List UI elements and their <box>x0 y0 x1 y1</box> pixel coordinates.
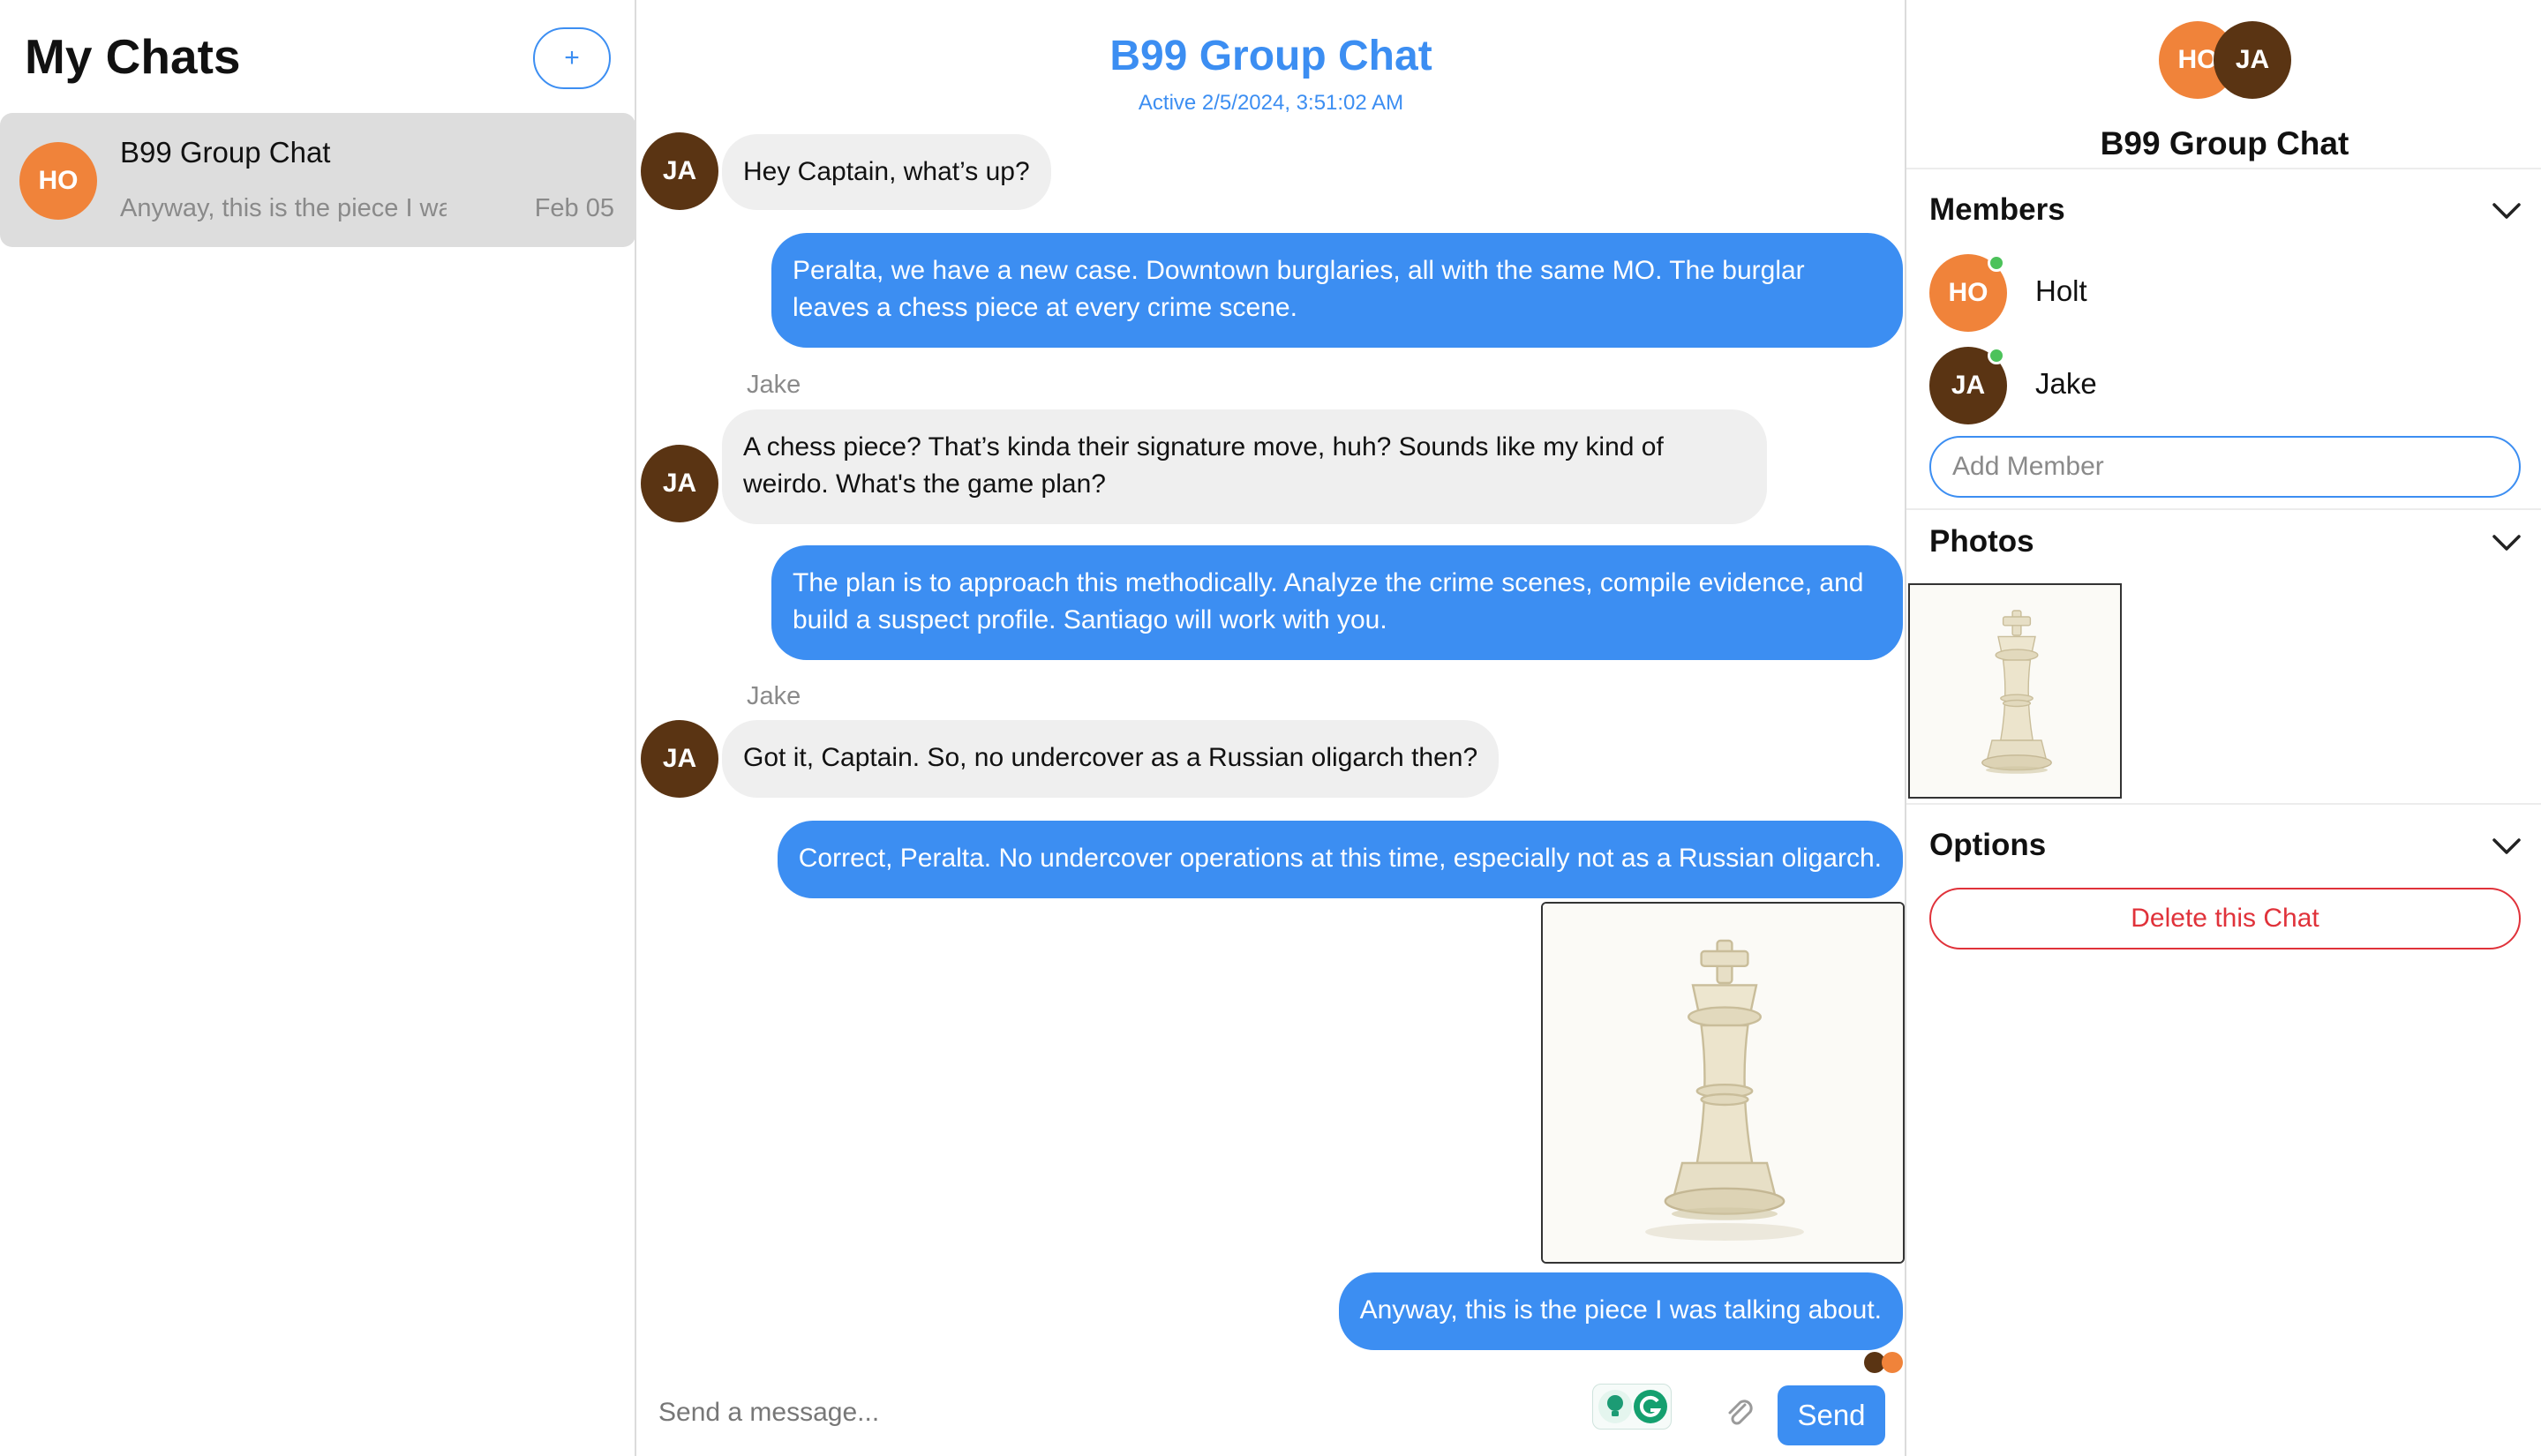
chat-details-panel: HO JA B99 Group Chat Members HO Holt JA … <box>1905 0 2541 1456</box>
message-bubble-outgoing: Peralta, we have a new case. Downtown bu… <box>771 233 1903 348</box>
avatar: JA <box>641 720 718 798</box>
member-name: Jake <box>2035 367 2097 400</box>
chat-list-item-name: B99 Group Chat <box>120 136 331 169</box>
message-image[interactable] <box>1541 902 1905 1264</box>
photos-section-title[interactable]: Photos <box>1929 524 2034 559</box>
paperclip-icon[interactable] <box>1721 1394 1756 1430</box>
conversation-title: B99 Group Chat <box>1109 33 1432 79</box>
message-bubble-incoming: Hey Captain, what’s up? <box>722 134 1051 210</box>
divider <box>1906 168 2541 169</box>
chevron-down-icon[interactable] <box>2492 201 2522 221</box>
online-indicator <box>1988 254 2005 272</box>
divider <box>1906 803 2541 805</box>
conversation-panel: B99 Group Chat Active 2/5/2024, 3:51:02 … <box>637 0 1905 1456</box>
chevron-down-icon[interactable] <box>2492 837 2522 856</box>
avatar: JA <box>641 445 718 522</box>
add-member-input[interactable]: Add Member <box>1929 436 2521 498</box>
member-name: Holt <box>2035 274 2087 307</box>
message-bubble-outgoing: Correct, Peralta. No undercover operatio… <box>777 821 1903 898</box>
message-bubble-outgoing: The plan is to approach this methodicall… <box>771 545 1903 660</box>
read-receipt-holt <box>1882 1352 1903 1373</box>
conversation-status: Active 2/5/2024, 3:51:02 AM <box>1138 91 1404 115</box>
message-sender: Jake <box>747 371 801 399</box>
photo-thumbnail[interactable] <box>1908 583 2122 799</box>
message-bubble-incoming: Got it, Captain. So, no undercover as a … <box>722 720 1500 798</box>
divider <box>1906 508 2541 510</box>
members-section-title[interactable]: Members <box>1929 192 2065 228</box>
chess-king-image <box>1543 904 1903 1262</box>
lightbulb-icon[interactable] <box>1598 1389 1633 1424</box>
avatar: HO <box>19 142 97 220</box>
new-chat-button[interactable]: + <box>533 27 611 89</box>
chat-list-item[interactable]: HO B99 Group Chat Anyway, this is the pi… <box>0 113 635 247</box>
message-bubble-incoming: A chess piece? That’s kinda their signat… <box>722 409 1767 524</box>
chat-list-panel: My Chats + HO B99 Group Chat Anyway, thi… <box>0 0 636 1456</box>
options-section-title[interactable]: Options <box>1929 828 2046 863</box>
delete-chat-button[interactable]: Delete this Chat <box>1929 888 2521 949</box>
message-input[interactable]: Send a message... <box>658 1398 879 1428</box>
grammarly-icon[interactable] <box>1633 1389 1668 1424</box>
chat-list-title: My Chats <box>25 29 241 84</box>
message-bubble-outgoing: Anyway, this is the piece I was talking … <box>1338 1272 1903 1350</box>
chevron-down-icon[interactable] <box>2492 533 2522 552</box>
chat-details-name: B99 Group Chat <box>2100 125 2349 161</box>
chat-list-item-date: Feb 05 <box>534 194 614 222</box>
message-sender: Jake <box>747 682 801 710</box>
online-indicator <box>1988 347 2005 364</box>
send-button[interactable]: Send <box>1778 1385 1885 1445</box>
avatar: JA <box>641 132 718 210</box>
avatar: JA <box>2214 21 2291 99</box>
chat-list-item-preview: Anyway, this is the piece I was talking … <box>120 194 447 222</box>
chess-king-image <box>1910 585 2120 797</box>
